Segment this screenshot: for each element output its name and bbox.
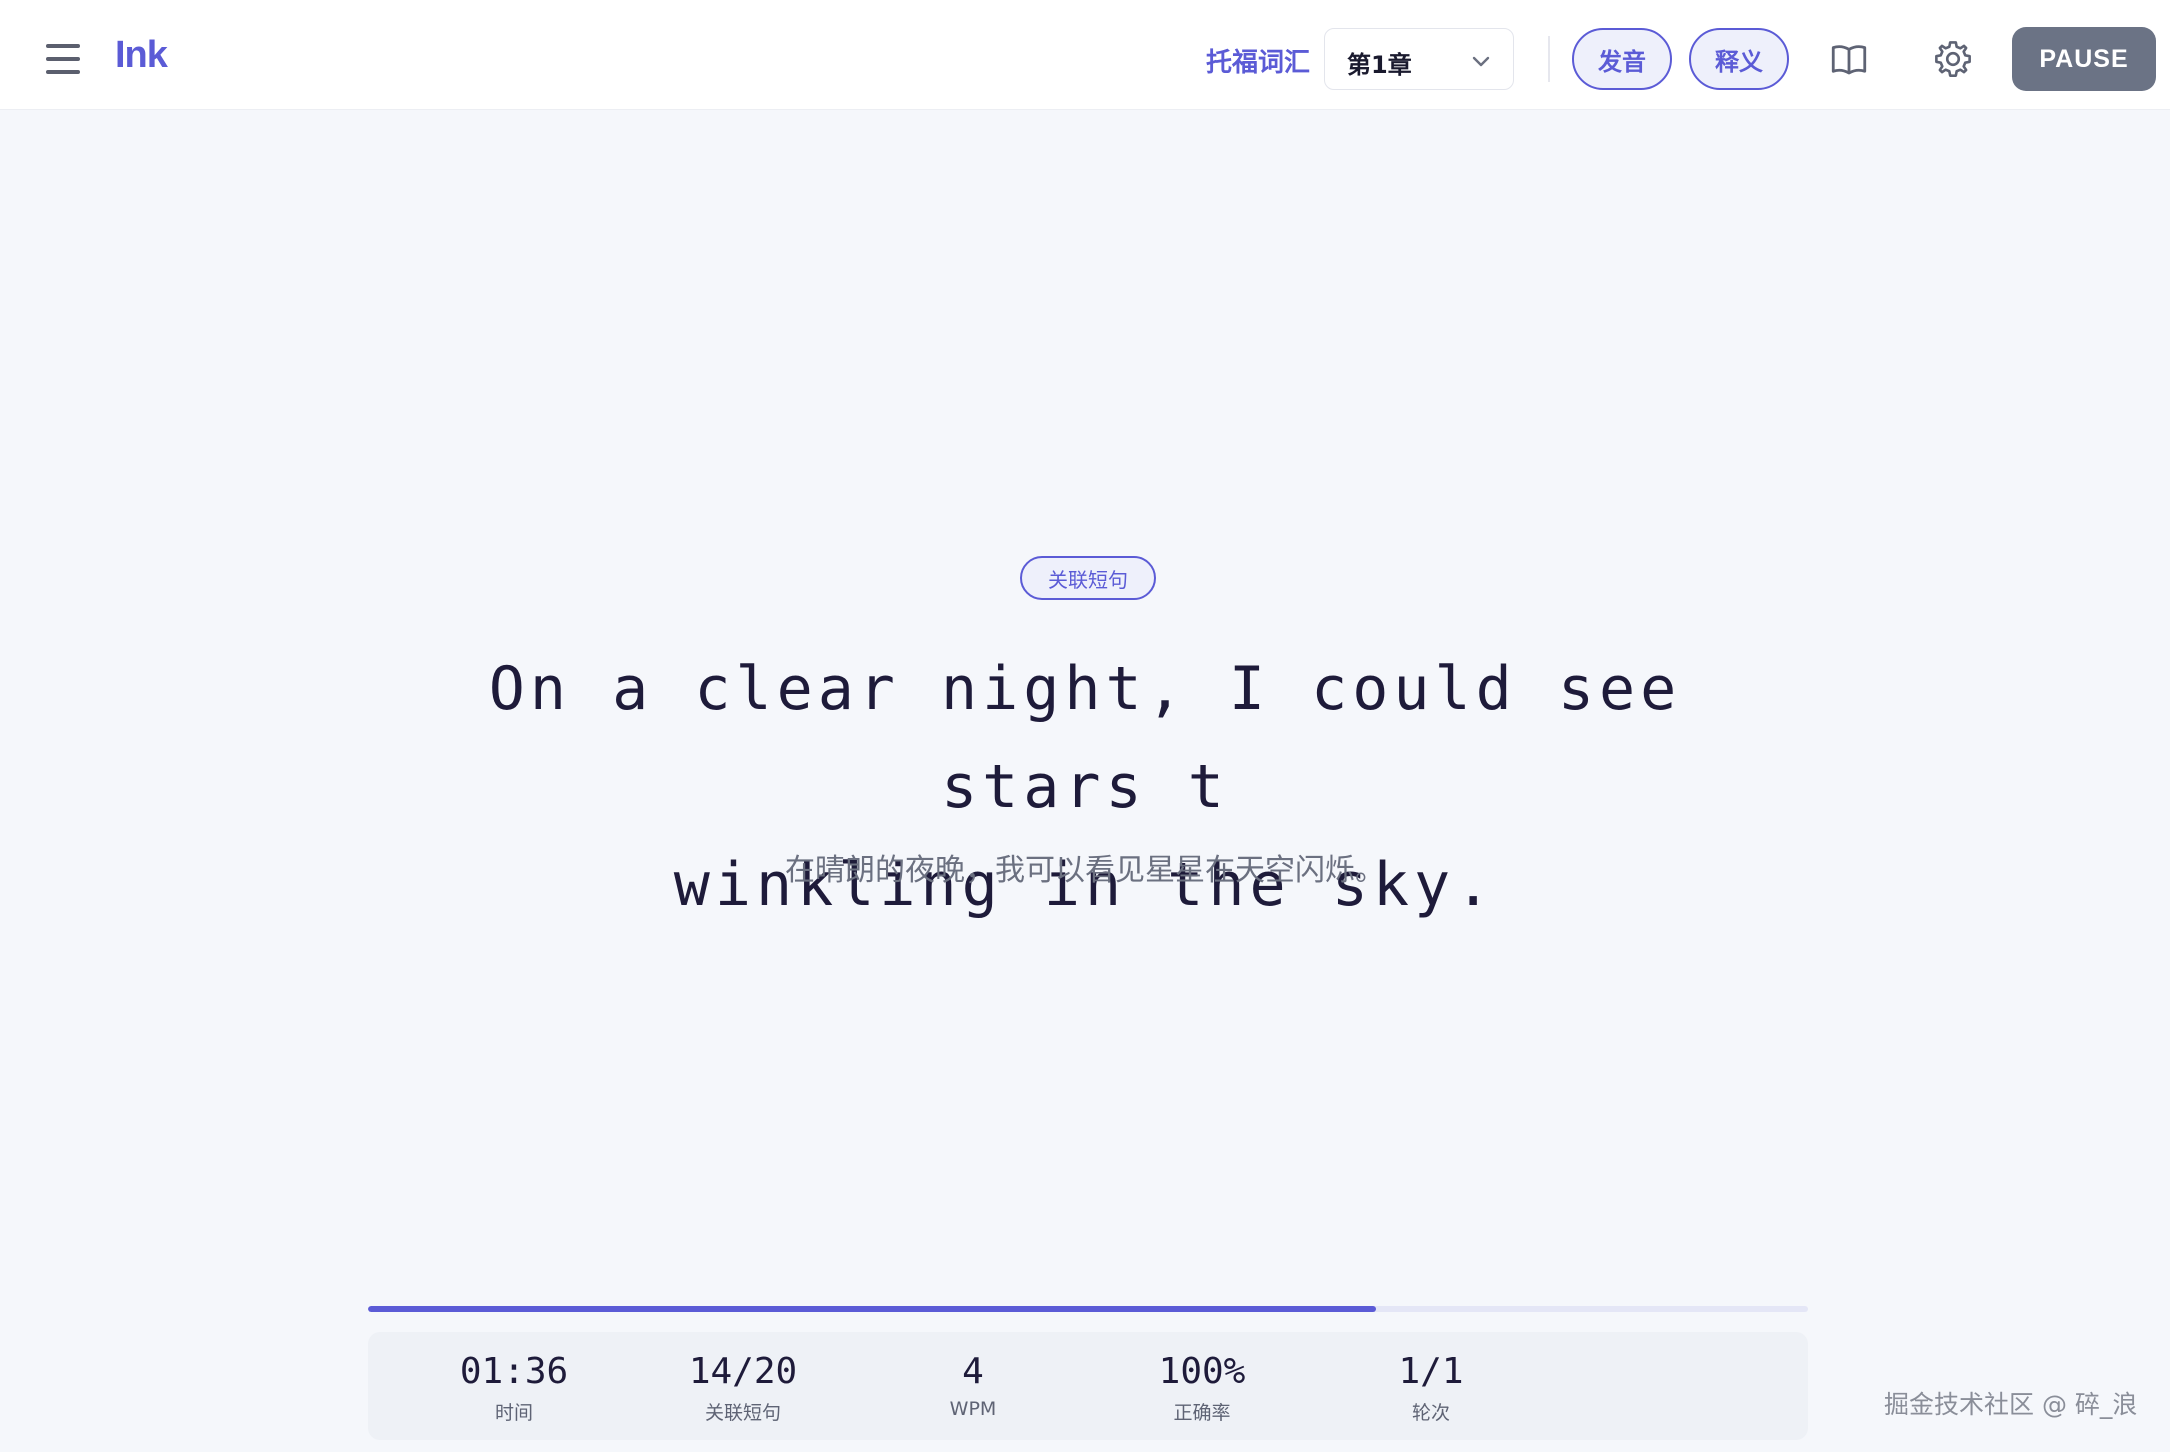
gear-icon[interactable] [1932, 38, 1974, 80]
pronunciation-toggle[interactable]: 发音 [1572, 28, 1672, 90]
progress-bar [368, 1306, 1808, 1312]
stat-time: 01:36 时间 [414, 1350, 614, 1425]
stat-value: 01:36 [459, 1351, 569, 1392]
book-open-icon[interactable] [1828, 38, 1870, 80]
definition-toggle[interactable]: 释义 [1689, 28, 1789, 90]
chapter-select-value: 第1章 [1347, 51, 1412, 79]
stat-label: WPM [949, 1398, 997, 1420]
wordbook-title[interactable]: 托福词汇 [1206, 42, 1310, 79]
stat-label: 正确率 [1173, 1402, 1231, 1424]
stat-value: 14/20 [688, 1351, 798, 1392]
sentence-translation: 在晴朗的夜晚，我可以看见星星在天空闪烁。 [785, 853, 1385, 888]
stat-label: 关联短句 [704, 1402, 781, 1424]
menu-icon[interactable] [46, 44, 80, 74]
chapter-select[interactable]: 第1章 [1324, 28, 1514, 90]
stat-value: 100% [1158, 1351, 1246, 1392]
stat-label: 时间 [494, 1402, 533, 1424]
stat-accuracy: 100% 正确率 [1102, 1350, 1302, 1425]
typing-sentence[interactable]: On a clear night, I could see stars t wi… [380, 640, 1790, 934]
watermark: 掘金技术社区 @ 碎_浪 [1884, 1390, 2138, 1419]
app-logo[interactable]: Ink [115, 34, 168, 77]
progress-bar-fill [368, 1306, 1376, 1312]
sentence-type-tag: 关联短句 [1020, 556, 1156, 600]
stat-round: 1/1 轮次 [1331, 1350, 1531, 1425]
sentence-line-1: On a clear night, I could see stars t [488, 654, 1682, 822]
toolbar-divider [1548, 36, 1550, 82]
pause-button[interactable]: PAUSE [2012, 27, 2156, 91]
stats-panel: 01:36 时间 14/20 关联短句 4 WPM 100% 正确率 1/1 轮… [368, 1332, 1808, 1440]
stat-value: 1/1 [1398, 1351, 1464, 1392]
stat-sentences: 14/20 关联短句 [643, 1350, 843, 1425]
chevron-down-icon [1472, 56, 1490, 67]
stat-label: 轮次 [1411, 1402, 1450, 1424]
stat-value: 4 [962, 1351, 984, 1392]
stat-wpm: 4 WPM [873, 1350, 1073, 1420]
top-bar: Ink 托福词汇 第1章 发音 释义 PAUSE [0, 0, 2170, 110]
